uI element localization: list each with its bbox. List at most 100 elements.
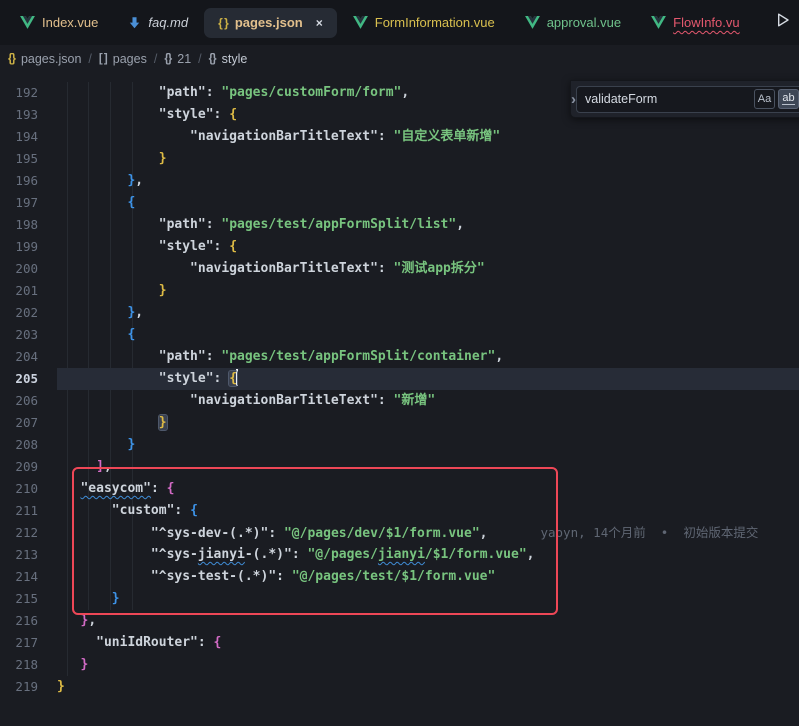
code-line-201[interactable]: 201 } (0, 280, 799, 302)
json-braces-icon: { } (218, 16, 228, 30)
line-number: 212 (0, 522, 38, 544)
line-content: }, (38, 610, 96, 632)
code-line-197[interactable]: 197 { (0, 192, 799, 214)
code-line-214[interactable]: 214 "^sys-test-(.*)": "@/pages/test/$1/f… (0, 566, 799, 588)
code-token: "pages/test/appFormSplit/container" (221, 349, 495, 364)
code-line-218[interactable]: 218 } (0, 654, 799, 676)
line-number: 217 (0, 632, 38, 654)
code-token: } (57, 173, 135, 188)
find-input[interactable] (577, 92, 754, 106)
code-line-206[interactable]: 206 "navigationBarTitleText": "新增" (0, 390, 799, 412)
tab-bar: Index.vuefaq.md{ }pages.json×FormInforma… (0, 0, 799, 45)
code-line-208[interactable]: 208 } (0, 434, 799, 456)
tab-FlowInfo.vu[interactable]: FlowInfo.vu (637, 8, 753, 38)
code-line-203[interactable]: 203 { (0, 324, 799, 346)
code-line-215[interactable]: 215 } (0, 588, 799, 610)
braces-icon-gold: {} (8, 53, 15, 65)
whole-word-icon: ab (782, 93, 794, 105)
code-token: } (57, 437, 135, 452)
code-token: { (214, 635, 222, 650)
code-token: } (57, 613, 88, 628)
code-token: } (57, 679, 65, 694)
code-line-199[interactable]: 199 "style": { (0, 236, 799, 258)
line-content: } (38, 654, 88, 676)
line-content: { (38, 324, 135, 346)
find-option-match-case[interactable]: Aa (754, 89, 775, 109)
code-line-216[interactable]: 216 }, (0, 610, 799, 632)
line-number: 207 (0, 412, 38, 434)
code-line-198[interactable]: 198 "path": "pages/test/appFormSplit/lis… (0, 214, 799, 236)
code-token: "自定义表单新增" (394, 129, 501, 144)
line-content: }, (38, 302, 143, 324)
vue-icon (525, 16, 540, 29)
tab-FormInformation.vue[interactable]: FormInformation.vue (339, 8, 509, 38)
find-option-whole-word[interactable]: ab (778, 89, 799, 109)
tab-bar-tabs: Index.vuefaq.md{ }pages.json×FormInforma… (0, 0, 777, 45)
breadcrumb-item-pages[interactable]: [ ]pages (99, 52, 147, 66)
code-token: "新增" (394, 393, 436, 408)
code-token: "^sys-dev-(.*)": (57, 526, 284, 541)
line-number: 211 (0, 500, 38, 522)
code-line-200[interactable]: 200 "navigationBarTitleText": "测试app拆分" (0, 258, 799, 280)
line-content: } (38, 676, 65, 698)
code-line-204[interactable]: 204 "path": "pages/test/appFormSplit/con… (0, 346, 799, 368)
editor[interactable]: 192 "path": "pages/customForm/form",193 … (0, 73, 799, 726)
vue-icon (20, 16, 35, 29)
breadcrumb-item-style[interactable]: {}style (209, 52, 248, 66)
breadcrumb-separator: / (154, 52, 157, 66)
md-arrow-icon (128, 16, 141, 29)
line-number: 210 (0, 478, 38, 500)
code-line-212[interactable]: 212 "^sys-dev-(.*)": "@/pages/dev/$1/for… (0, 522, 799, 544)
code-token: jianyi (378, 547, 425, 562)
code-line-194[interactable]: 194 "navigationBarTitleText": "自定义表单新增" (0, 126, 799, 148)
code-line-195[interactable]: 195 } (0, 148, 799, 170)
code-line-213[interactable]: 213 "^sys-jianyi-(.*)": "@/pages/jianyi/… (0, 544, 799, 566)
code-line-207[interactable]: 207 } (0, 412, 799, 434)
line-content: "style": { (38, 368, 238, 390)
run-button[interactable] (777, 0, 799, 45)
code-line-211[interactable]: 211 "custom": { (0, 500, 799, 522)
code-token: "@/pages/dev/$1/form.vue" (284, 526, 480, 541)
line-content: "path": "pages/customForm/form", (38, 82, 409, 104)
line-content: } (38, 148, 167, 170)
line-number: 214 (0, 566, 38, 588)
find-box: Aaab.* (576, 86, 799, 113)
braces-icon: {} (164, 53, 171, 65)
find-options: Aaab.* (754, 89, 799, 109)
tab-Index.vue[interactable]: Index.vue (6, 8, 112, 38)
vue-icon (353, 16, 368, 29)
code-area[interactable]: 192 "path": "pages/customForm/form",193 … (0, 82, 799, 698)
line-content: }, (38, 170, 143, 192)
brackets-icon: [ ] (99, 53, 107, 65)
code-token: { (57, 195, 135, 210)
code-line-210[interactable]: 210 "easycom": { (0, 478, 799, 500)
code-token: } (57, 151, 167, 166)
code-line-209[interactable]: 209 ], (0, 456, 799, 478)
code-line-196[interactable]: 196 }, (0, 170, 799, 192)
line-content: "path": "pages/test/appFormSplit/contain… (38, 346, 503, 368)
line-number: 213 (0, 544, 38, 566)
code-line-205[interactable]: 205 "style": { (0, 368, 799, 390)
code-token: } (159, 415, 167, 430)
code-line-219[interactable]: 219} (0, 676, 799, 698)
line-content: ], (38, 456, 112, 478)
breadcrumb-item-pages.json[interactable]: {}pages.json (8, 52, 81, 66)
braces-icon: {} (209, 53, 216, 65)
tab-faq.md[interactable]: faq.md (114, 8, 202, 38)
tab-pages.json[interactable]: { }pages.json× (204, 8, 337, 38)
code-token: "path": (57, 217, 221, 232)
code-token: "style": (57, 107, 229, 122)
line-content: "easycom": { (38, 478, 174, 500)
code-line-202[interactable]: 202 }, (0, 302, 799, 324)
breadcrumb-item-21[interactable]: {} 21 (164, 52, 191, 66)
code-token: , (401, 85, 409, 100)
line-number: 193 (0, 104, 38, 126)
code-line-217[interactable]: 217 "uniIdRouter": { (0, 632, 799, 654)
breadcrumb-label: 21 (177, 52, 191, 66)
git-blame-annotation: yaoyn, 14个月前 • 初始版本提交 (540, 525, 758, 540)
tab-label: FlowInfo.vu (673, 15, 739, 30)
tab-close-icon[interactable]: × (316, 16, 323, 30)
tab-approval.vue[interactable]: approval.vue (511, 8, 635, 38)
text-cursor (236, 369, 238, 386)
line-content: "style": { (38, 104, 237, 126)
